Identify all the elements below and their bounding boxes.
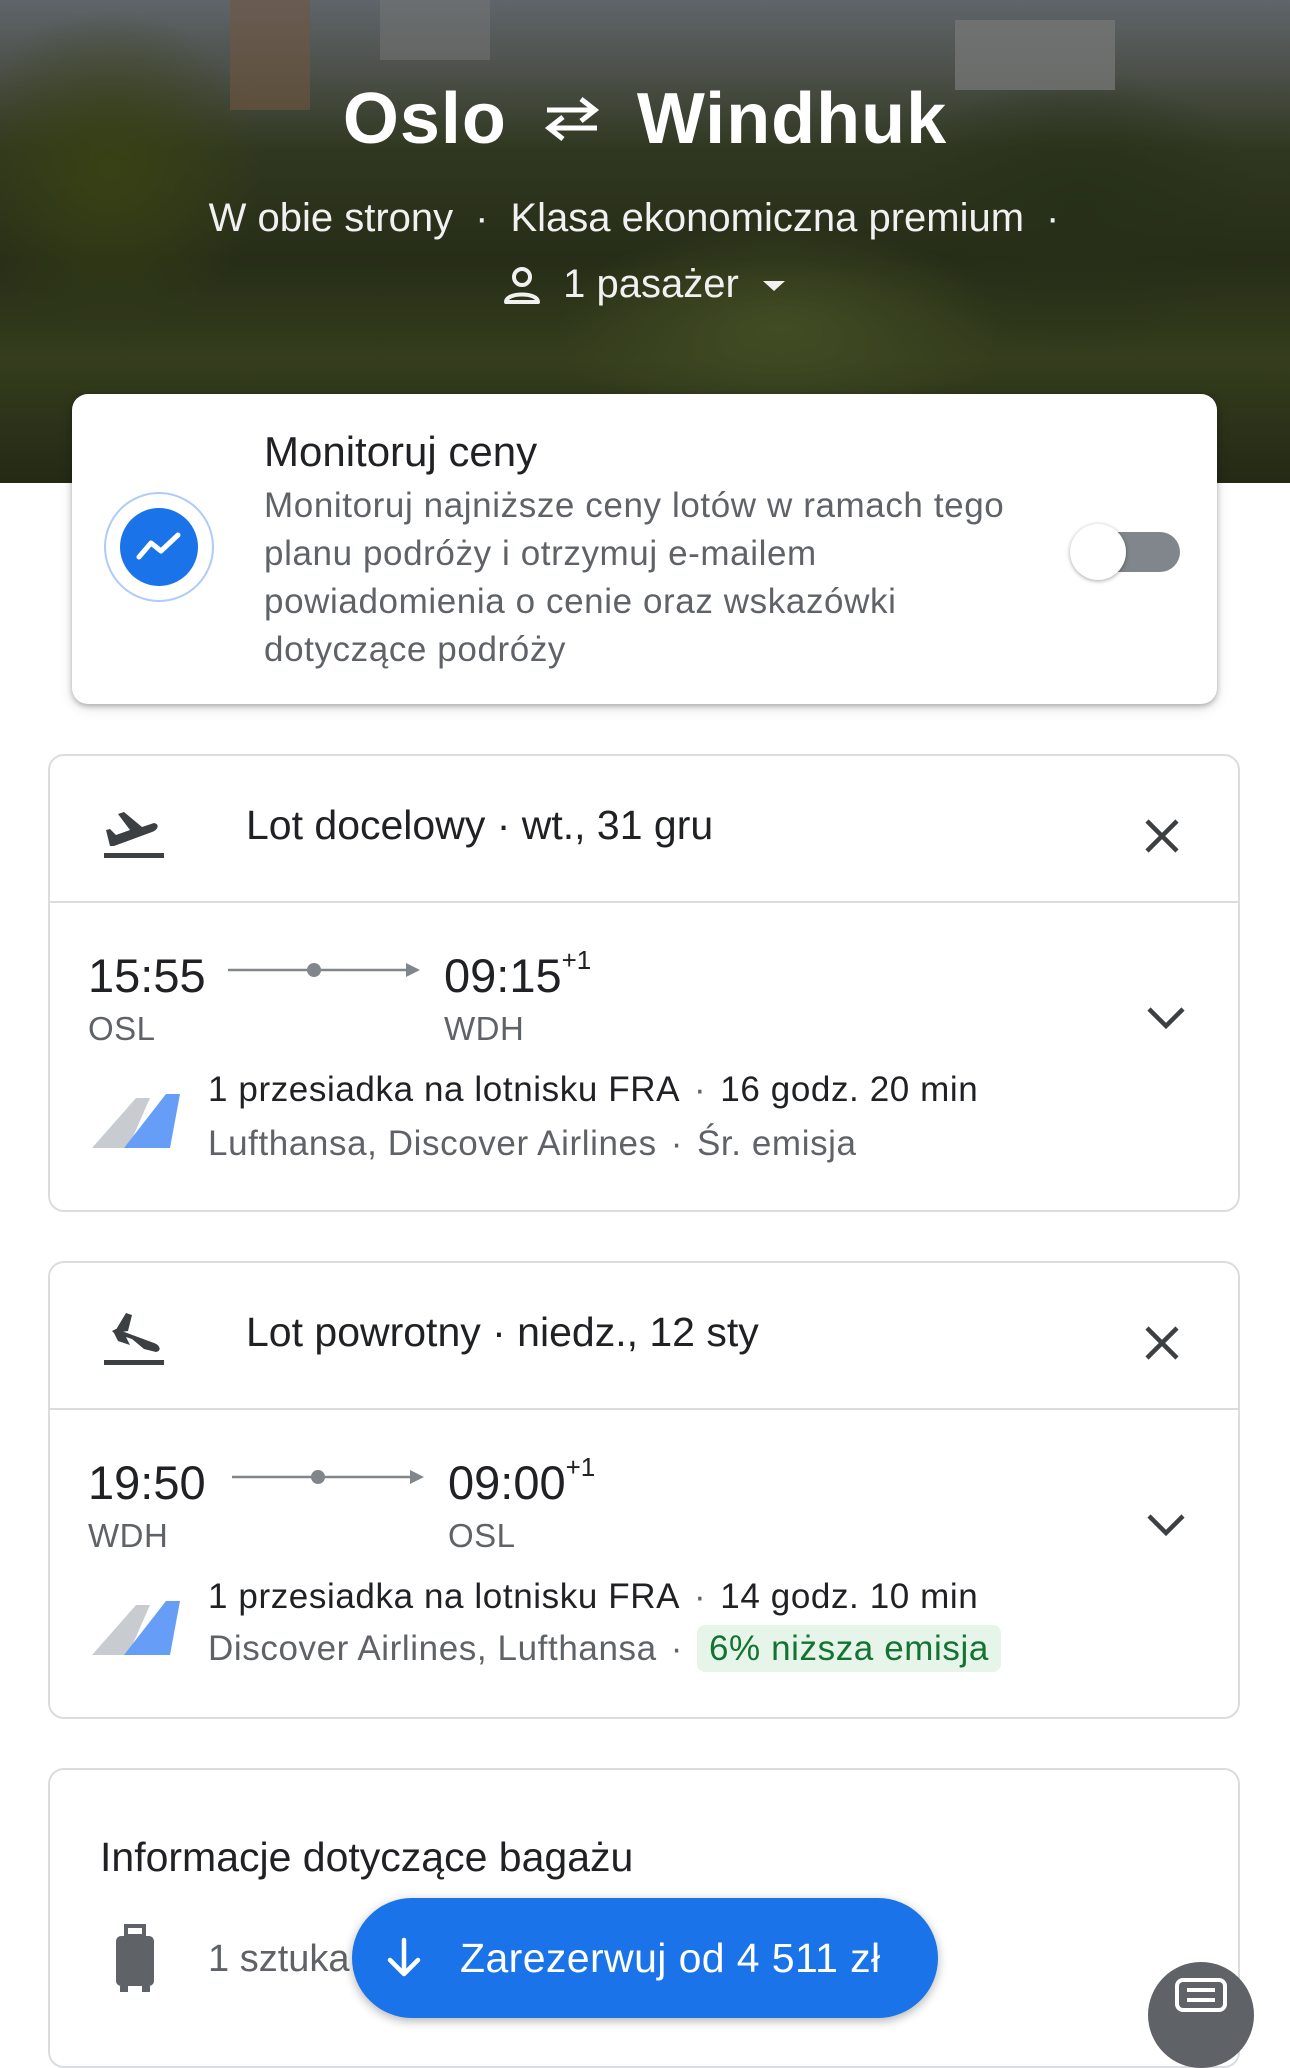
flight-stops-duration: 1 przesiadka na lotnisku FRA · 16 godz. 20… bbox=[208, 1070, 979, 1109]
trip-type[interactable]: W obie strony bbox=[209, 196, 454, 240]
chevron-down-icon[interactable] bbox=[1144, 1004, 1188, 1032]
person-icon bbox=[504, 266, 541, 304]
baggage-title: Informacje dotyczące bagażu bbox=[100, 1834, 634, 1880]
passengers-count: 1 pasażer bbox=[563, 262, 739, 306]
airlines-emissions: Discover Airlines, Lufthansa · 6% niższa e… bbox=[208, 1625, 1001, 1672]
arrow-down-icon bbox=[387, 1937, 421, 1977]
landing-icon bbox=[104, 1313, 164, 1365]
outbound-flight-header: Lot docelowy · wt., 31 gru bbox=[50, 756, 1238, 903]
departure-time: 15:55 bbox=[88, 949, 206, 1002]
arrival-airport-code: WDH bbox=[444, 1010, 525, 1047]
price-tracking-description: Monitoruj najniższe ceny lotów w ramach … bbox=[264, 486, 1005, 669]
return-flight-header: Lot powrotny · niedz., 12 sty bbox=[50, 1263, 1238, 1410]
outbound-flight-card[interactable]: Lot docelowy · wt., 31 gru 15:55 09:15+1… bbox=[48, 754, 1240, 1212]
price-tracking-toggle[interactable] bbox=[1070, 520, 1180, 580]
luggage-icon bbox=[116, 1924, 154, 1992]
price-tracking-icon-badge bbox=[104, 492, 214, 602]
price-tracking-title: Monitoruj ceny bbox=[264, 428, 538, 475]
route-title: Oslo Windhuk bbox=[0, 78, 1290, 160]
dropdown-triangle-icon bbox=[762, 280, 785, 291]
airline-logo bbox=[92, 1601, 180, 1655]
emissions-label: Śr. emisja bbox=[696, 1124, 857, 1163]
menu-button[interactable] bbox=[1148, 1962, 1254, 2068]
route-line bbox=[228, 963, 420, 977]
baggage-item: 1 sztuka bbox=[208, 1938, 350, 1980]
menu-icon bbox=[1175, 1978, 1227, 2012]
trip-options: W obie strony · Klasa ekonomiczna premium · bbox=[208, 196, 1060, 240]
departure-airport-code: WDH bbox=[88, 1517, 169, 1554]
book-button[interactable]: Zarezerwuj od 4 511 zł bbox=[352, 1898, 938, 2018]
day-offset: +1 bbox=[565, 1452, 596, 1483]
return-flight-card[interactable]: Lot powrotny · niedz., 12 sty 19:50 09:0… bbox=[48, 1261, 1240, 1719]
flight-stops-duration: 1 przesiadka na lotnisku FRA · 14 godz. 10… bbox=[208, 1577, 979, 1616]
emissions-badge: 6% niższa emisja bbox=[696, 1625, 1001, 1672]
passengers-selector[interactable]: 1 pasażer bbox=[0, 262, 1290, 307]
departure-airport-code: OSL bbox=[88, 1010, 156, 1047]
origin-city: Oslo bbox=[342, 79, 507, 159]
book-button-label: Zarezerwuj od 4 511 zł bbox=[460, 1934, 881, 1981]
departure-time: 19:50 bbox=[88, 1456, 206, 1509]
trend-chart-icon bbox=[136, 532, 181, 560]
airlines-emissions: Lufthansa, Discover Airlines · Śr. emisja bbox=[208, 1124, 857, 1163]
airline-logo bbox=[92, 1094, 180, 1148]
takeoff-icon bbox=[104, 812, 164, 858]
cabin-class[interactable]: Klasa ekonomiczna premium bbox=[510, 196, 1024, 240]
close-icon[interactable] bbox=[1142, 816, 1182, 856]
price-tracking-card: Monitoruj ceny Monitoruj najniższe ceny … bbox=[72, 394, 1217, 704]
chevron-down-icon[interactable] bbox=[1144, 1511, 1188, 1539]
day-offset: +1 bbox=[561, 945, 592, 976]
destination-city: Windhuk bbox=[636, 79, 948, 159]
swap-arrows-icon[interactable] bbox=[541, 94, 603, 144]
return-flight-title: Lot powrotny · niedz., 12 sty bbox=[246, 1309, 759, 1355]
outbound-flight-title: Lot docelowy · wt., 31 gru bbox=[246, 802, 714, 848]
arrival-time: 09:15+1 bbox=[444, 945, 592, 1002]
arrival-airport-code: OSL bbox=[448, 1517, 516, 1554]
route-line bbox=[232, 1470, 424, 1484]
close-icon[interactable] bbox=[1142, 1323, 1182, 1363]
arrival-time: 09:00+1 bbox=[448, 1452, 596, 1509]
